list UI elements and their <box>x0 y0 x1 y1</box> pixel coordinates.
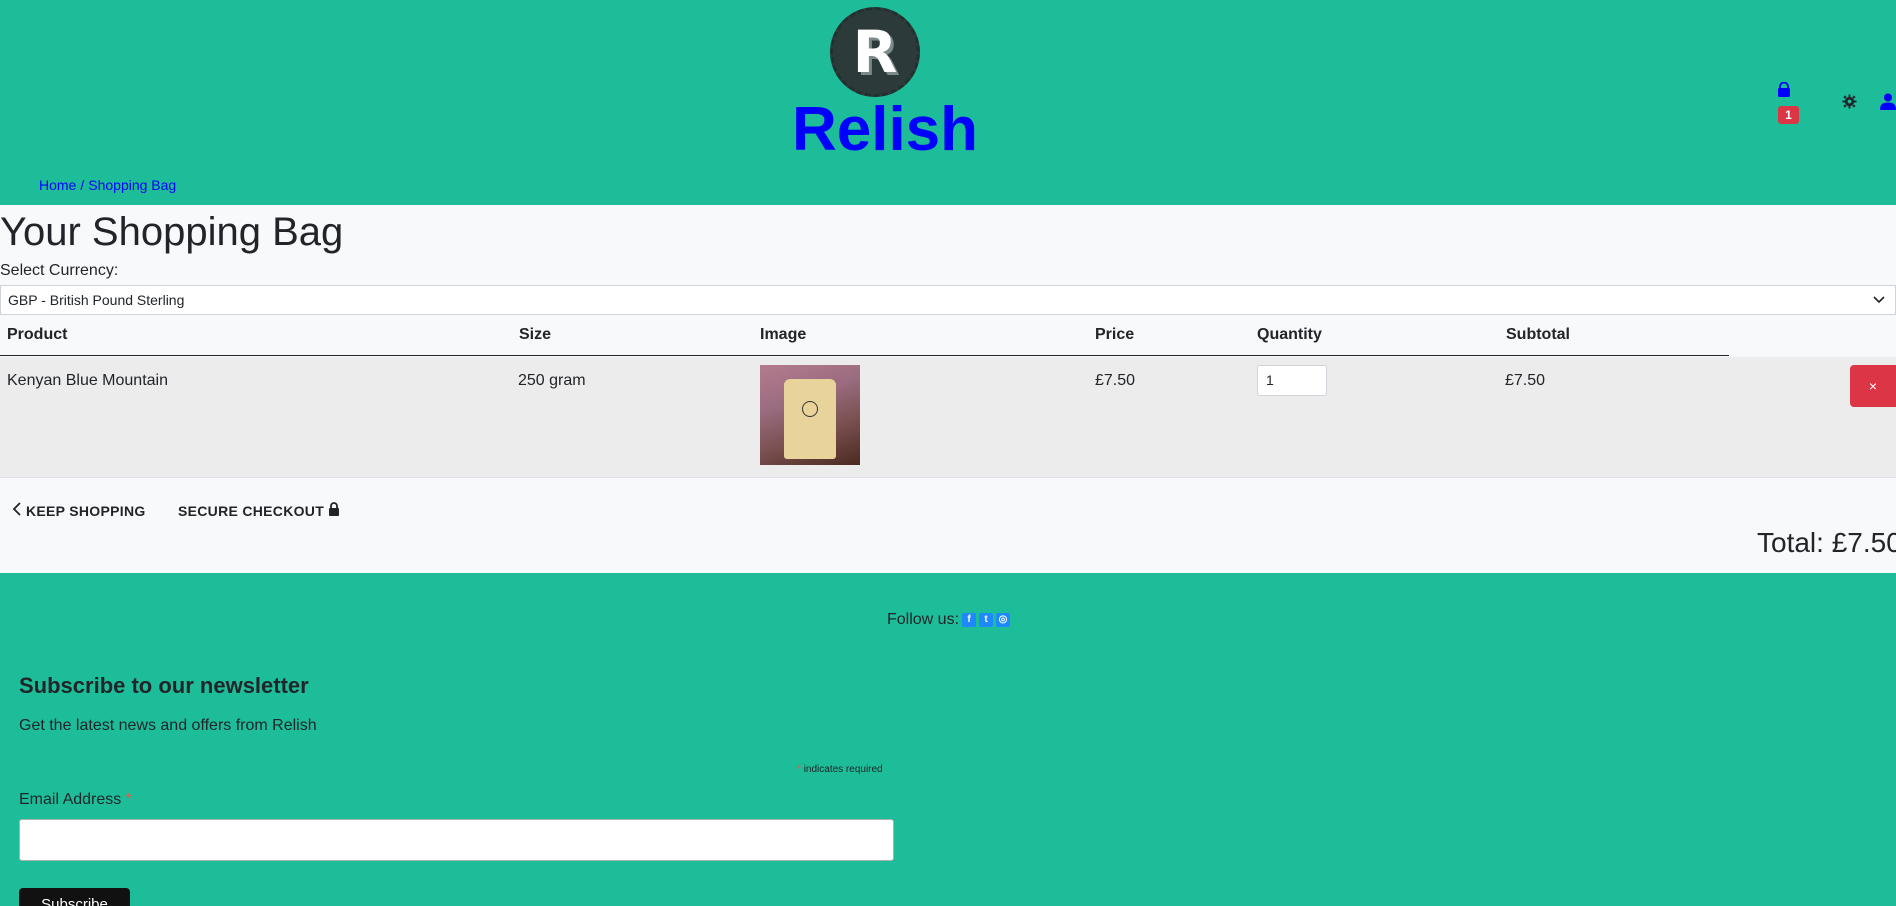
secure-checkout-button[interactable]: SECURE CHECKOUT <box>178 502 340 519</box>
required-note: * indicates required <box>797 764 883 775</box>
user-icon[interactable] <box>1880 93 1896 115</box>
product-subtotal: £7.50 <box>1505 372 1546 389</box>
facebook-icon[interactable]: f <box>962 613 977 627</box>
keep-shopping-button[interactable]: KEEP SHOPPING <box>12 502 146 519</box>
chevron-left-icon <box>12 502 22 519</box>
product-price: £7.50 <box>1095 372 1136 389</box>
remove-item-button[interactable]: × <box>1850 365 1896 407</box>
table-row: Kenyan Blue Mountain 250 gram £7.50 £7.5… <box>0 357 1896 478</box>
breadcrumb-home-link[interactable]: Home <box>39 177 76 193</box>
twitter-icon[interactable]: t <box>979 613 994 627</box>
logo-letter: R <box>852 18 898 86</box>
column-header-subtotal: Subtotal <box>1506 326 1570 343</box>
follow-us: Follow us: f t ◎ <box>887 611 1011 629</box>
coffee-pouch-graphic <box>784 379 836 459</box>
bag-total: Total: £7.50 <box>1757 527 1896 558</box>
secure-checkout-label: SECURE CHECKOUT <box>178 502 325 519</box>
email-field[interactable] <box>19 819 894 861</box>
currency-selected-value: GBP - British Pound Sterling <box>8 292 185 308</box>
column-header-size: Size <box>519 326 552 343</box>
email-label-text: Email Address <box>19 791 122 808</box>
shopping-bag-icon[interactable] <box>1776 81 1792 103</box>
breadcrumb-current[interactable]: Shopping Bag <box>88 177 176 193</box>
table-header-divider <box>0 355 1729 356</box>
gear-icon[interactable] <box>1842 94 1857 114</box>
site-header: R Relish 1 Home / Shopping Bag <box>0 0 1896 205</box>
instagram-icon[interactable]: ◎ <box>996 613 1011 627</box>
brand-name[interactable]: Relish <box>790 94 980 166</box>
bag-count-badge: 1 <box>1778 106 1799 124</box>
lock-icon <box>328 502 340 519</box>
pouch-logo-mark <box>802 401 818 417</box>
email-required-star: * <box>125 791 132 808</box>
logo[interactable]: R <box>830 7 920 97</box>
currency-select[interactable]: GBP - British Pound Sterling <box>0 285 1896 315</box>
follow-label: Follow us: <box>887 611 960 628</box>
column-header-price: Price <box>1095 326 1135 343</box>
breadcrumb-separator: / <box>80 177 85 193</box>
quantity-input[interactable]: 1 <box>1257 365 1327 396</box>
currency-label: Select Currency: <box>0 262 119 279</box>
column-header-quantity: Quantity <box>1257 326 1322 343</box>
column-header-product: Product <box>7 326 68 343</box>
required-note-text: indicates required <box>803 764 883 775</box>
product-name: Kenyan Blue Mountain <box>7 372 168 389</box>
subscribe-button[interactable]: Subscribe <box>19 888 130 906</box>
product-image <box>760 365 860 465</box>
keep-shopping-label: KEEP SHOPPING <box>26 502 146 519</box>
newsletter-title: Subscribe to our newsletter <box>19 673 309 698</box>
page-title: Your Shopping Bag <box>0 210 344 254</box>
site-footer: Follow us: f t ◎ Subscribe to our newsle… <box>0 573 1896 906</box>
shopping-bag-main: Your Shopping Bag Select Currency: GBP -… <box>0 205 1896 573</box>
newsletter-subtitle: Get the latest news and offers from Reli… <box>19 717 317 734</box>
email-label: Email Address * <box>19 791 132 809</box>
required-star: * <box>797 764 801 775</box>
product-size: 250 gram <box>518 372 586 389</box>
column-header-image: Image <box>760 326 807 343</box>
breadcrumb: Home / Shopping Bag <box>39 177 176 193</box>
chevron-down-icon <box>1873 286 1885 324</box>
